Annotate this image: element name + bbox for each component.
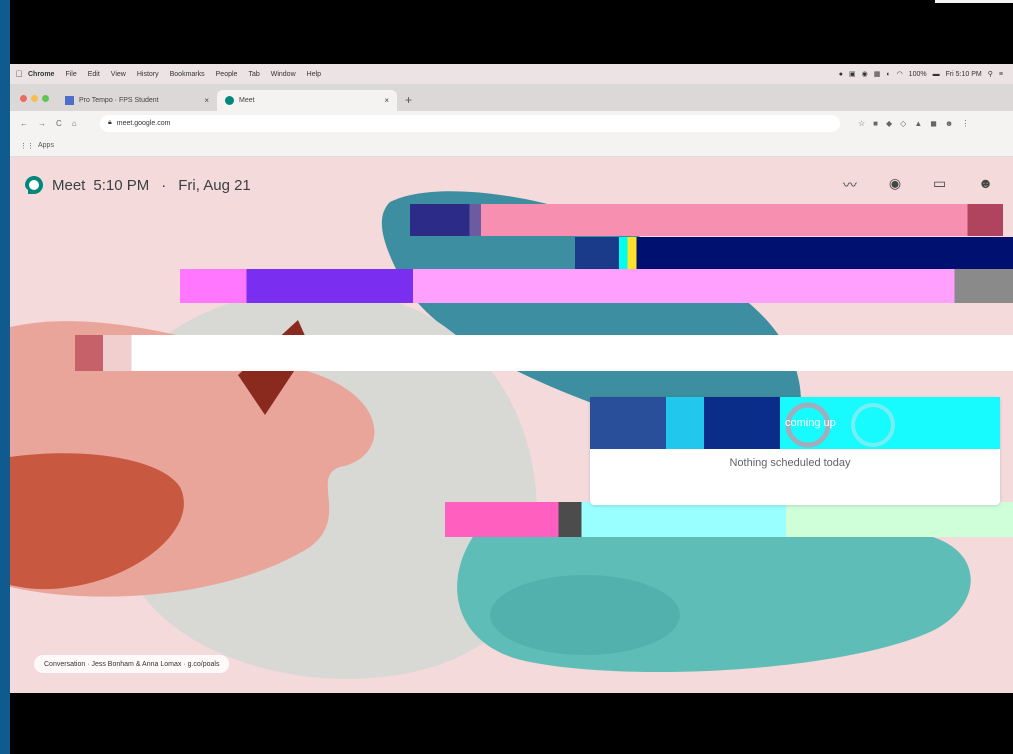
tab-strip: Pro Tempo · FPS Student × Meet × + [10,84,1013,111]
reload-icon[interactable]: C [56,119,62,128]
frame-corner [935,0,1013,3]
glitch-band [75,335,1013,371]
menu-history[interactable]: History [137,71,159,78]
tab-label: Pro Tempo · FPS Student [79,97,159,104]
glitch-band [575,237,1013,269]
menubar-status-area: ● ▣ ◉ ▦ ◐ ◠ 100% ▬ Fri 5:10 PM ⚲ ≡ [839,70,1013,79]
glitch-band [410,204,1003,236]
apps-label[interactable]: Apps [38,142,54,149]
zoom-window-icon[interactable] [42,95,49,102]
forward-icon[interactable]: → [38,119,46,128]
url-text: meet.google.com [116,119,171,127]
upcoming-meetings-card: coming up Nothing scheduled today [590,397,1000,505]
nothing-scheduled-text: Nothing scheduled today [729,457,851,469]
minimize-window-icon[interactable] [31,95,38,102]
tab-close-icon[interactable]: × [384,96,389,105]
menu-window[interactable]: Window [271,71,296,78]
back-icon[interactable]: ← [20,119,28,128]
header-separator: · [161,176,167,194]
current-time: 5:10 PM [93,176,150,194]
browser-toolbar: ← → C ⌂ 🔒︎ meet.google.com ☆ ■ ◆ ◇ ▲ ◼ ☻… [10,111,1013,135]
window-controls [10,95,57,111]
menubar-clock[interactable]: Fri 5:10 PM [946,71,982,78]
aqua-shade [490,575,680,655]
current-date: Fri, Aug 21 [178,176,251,194]
header-actions: 〰 ◉ ▭ ☻ [843,175,993,195]
tab-meet[interactable]: Meet × [217,90,397,111]
help-icon[interactable]: ◉ [889,175,901,195]
tab-close-icon[interactable]: × [204,96,209,105]
menu-bookmarks[interactable]: Bookmarks [170,71,205,78]
address-bar[interactable]: 🔒︎ meet.google.com [100,114,840,132]
app-name: Meet [52,176,86,194]
new-tab-button[interactable]: + [397,93,412,111]
glitch-band [590,397,780,449]
bookmarks-bar: ⋮⋮ Apps [10,135,1013,157]
menu-list-icon[interactable]: ≡ [999,71,1003,78]
glitch-band [445,502,1013,537]
menu-file[interactable]: File [65,71,76,78]
meet-logo-icon [25,176,43,194]
nav-buttons: ← → C ⌂ [10,119,100,128]
video-letterbox-top [10,0,1013,64]
account-avatar-icon[interactable]: ☻ [978,175,993,195]
kebab-menu-icon[interactable]: ⋮ [961,119,969,128]
close-window-icon[interactable] [20,95,27,102]
glitch-band [180,269,1013,303]
meet-page: Meet 5:10 PM · Fri, Aug 21 〰 ◉ ▭ ☻ comin… [10,157,1013,693]
search-icon[interactable]: ⚲ [988,70,993,78]
menu-help[interactable]: Help [307,71,321,78]
feedback-icon[interactable]: ▭ [933,175,946,195]
status-icon[interactable]: ▣ [849,70,856,78]
apps-icon[interactable]: ⋮⋮ [20,142,34,150]
star-icon[interactable]: ☆ [858,119,865,128]
battery-percent: 100% [908,70,927,78]
illustration-credit[interactable]: Conversation · Jess Bonham & Anna Lomax … [34,655,230,673]
menu-people[interactable]: People [216,71,238,78]
extension-icon[interactable]: ◼ [930,119,937,128]
home-icon[interactable]: ⌂ [72,119,77,128]
activity-icon[interactable]: 〰 [843,175,857,195]
menu-view[interactable]: View [111,71,126,78]
profile-icon[interactable]: ☻ [945,119,953,128]
extension-icons: ☆ ■ ◆ ◇ ▲ ◼ ☻ ⋮ [858,119,969,128]
apple-icon[interactable]:  [10,69,28,79]
menu-edit[interactable]: Edit [88,71,100,78]
meet-header: Meet 5:10 PM · Fri, Aug 21 [24,175,251,195]
tab-label: Meet [239,97,255,104]
status-icon[interactable]: ◐ [886,71,890,78]
battery-icon[interactable]: ▬ [933,71,940,78]
status-icon[interactable]: ▦ [874,70,881,78]
status-icon[interactable]: ◉ [862,70,868,78]
extension-icon[interactable]: ■ [873,119,878,128]
video-letterbox-bottom [10,693,1013,754]
lock-icon: 🔒︎ [108,119,112,126]
menu-tab[interactable]: Tab [248,71,259,78]
status-icon[interactable]: ● [839,71,843,78]
mac-menubar:  Chrome File Edit View History Bookmark… [10,64,1013,84]
tab-favicon-icon [225,96,234,105]
extension-icon[interactable]: ◇ [900,119,906,128]
tab-pro-tempo[interactable]: Pro Tempo · FPS Student × [57,90,217,111]
menu-app-chrome[interactable]: Chrome [28,71,54,78]
upcoming-header: coming up [590,397,1000,449]
extension-icon[interactable]: ◆ [886,119,892,128]
upcoming-title: coming up [785,417,836,429]
wifi-icon[interactable]: ◠ [897,70,903,78]
extension-icon[interactable]: ▲ [914,119,922,128]
tab-favicon-icon [65,96,74,105]
